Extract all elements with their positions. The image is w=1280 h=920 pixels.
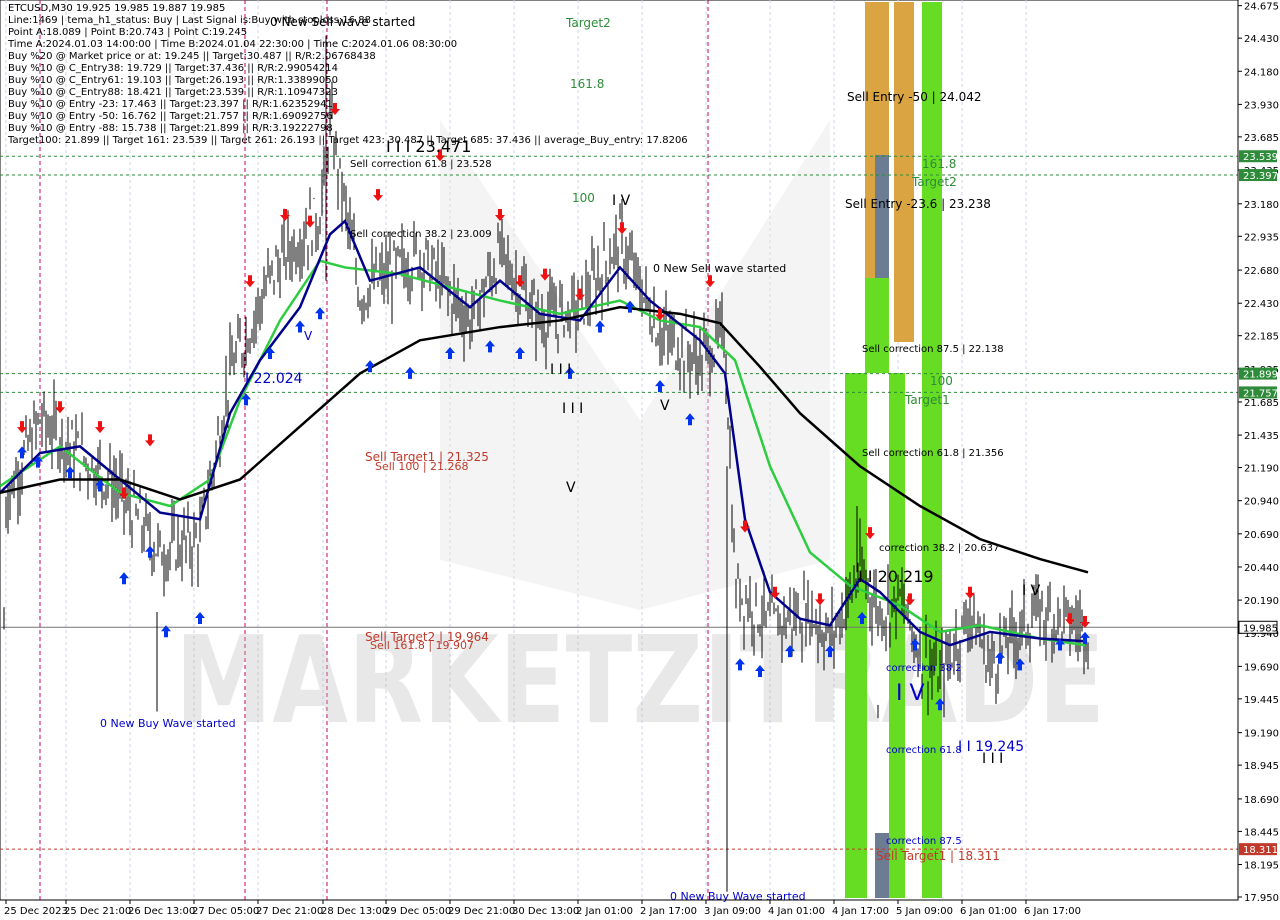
chart-annotation: V [304, 329, 313, 343]
info-line: Buy %10 @ C_Entry38: 19.729 || Target:37… [8, 63, 338, 74]
chart-annotation: I V [612, 193, 631, 209]
chart-annotation: Target2 [911, 175, 957, 189]
chart-annotation: correction 38.2 [886, 663, 962, 674]
y-tick-label: 18.195 [1244, 861, 1279, 872]
chart-annotation: I I I [562, 401, 583, 417]
y-tick-label: 20.690 [1244, 530, 1279, 541]
chart-annotation: 161.8 [922, 157, 956, 171]
chart-annotation: I V [896, 681, 925, 706]
y-tick-label: 20.190 [1244, 596, 1279, 607]
y-tick-label: 22.935 [1244, 232, 1279, 243]
y-tick-label: 22.185 [1244, 332, 1279, 343]
y-tick-label: 18.945 [1244, 761, 1279, 772]
x-tick-label: 29 Dec 21:00 [448, 906, 515, 917]
x-tick-label: 4 Jan 17:00 [832, 906, 889, 917]
x-tick-label: 6 Jan 01:00 [960, 906, 1017, 917]
chart-annotation: 0 New Buy Wave started [100, 717, 236, 730]
symbol-header: ETCUSD,M30 19.925 19.985 19.887 19.985 [8, 3, 226, 14]
x-tick-label: 2 Jan 17:00 [640, 906, 697, 917]
chart-annotation: I I I [982, 751, 1003, 767]
chart-annotation: V [660, 398, 670, 414]
chart-annotation: Sell correction 61.8 | 23.528 [350, 159, 492, 170]
chart-annotation: 0 New Buy Wave started [670, 890, 806, 903]
price-tag-label: 23.397 [1243, 171, 1278, 182]
y-tick-label: 24.675 [1244, 2, 1279, 13]
chart-annotation: correction 61.8 [886, 745, 962, 756]
info-line: Time A:2024.01.03 14:00:00 | Time B:2024… [8, 39, 458, 50]
y-tick-label: 24.430 [1244, 34, 1279, 45]
x-tick-label: 27 Dec 21:00 [256, 906, 323, 917]
x-tick-label: 5 Jan 09:00 [896, 906, 953, 917]
x-tick-label: 25 Dec 2023 [4, 906, 68, 917]
y-tick-label: 18.445 [1244, 827, 1279, 838]
y-tick-label: 23.930 [1244, 100, 1279, 111]
info-line: Buy %10 @ C_Entry61: 19.103 || Target:26… [8, 75, 338, 86]
x-tick-label: 6 Jan 17:00 [1024, 906, 1081, 917]
price-tag-label: 18.311 [1243, 845, 1278, 856]
x-tick-label: 28 Dec 13:00 [321, 906, 388, 917]
chart-annotation: Sell correction 38.2 | 23.009 [350, 229, 492, 240]
y-tick-label: 22.430 [1244, 299, 1279, 310]
chart-annotation: Sell correction 61.8 | 21.356 [862, 448, 1004, 459]
info-line: Point A:18.089 | Point B:20.743 | Point … [8, 27, 248, 38]
chart-annotation: 100 [930, 374, 953, 388]
chart-annotation: Sell correction 87.5 | 22.138 [862, 344, 1004, 355]
x-tick-label: 30 Dec 13:00 [512, 906, 579, 917]
chart-annotation: V [566, 480, 576, 496]
y-tick-label: 20.940 [1244, 497, 1279, 508]
x-tick-label: 26 Dec 13:00 [128, 906, 195, 917]
y-tick-label: 20.440 [1244, 563, 1279, 574]
info-line: Target100: 21.899 || Target 161: 23.539 … [8, 135, 688, 146]
price-tag-label: 21.899 [1243, 370, 1278, 381]
price-tag-label: 23.539 [1243, 152, 1278, 163]
y-tick-label: 24.180 [1244, 67, 1279, 78]
x-tick-label: 2 Jan 01:00 [576, 906, 633, 917]
y-tick-label: 19.190 [1244, 729, 1279, 740]
info-line: Buy %20 @ Market price or at: 19.245 || … [8, 51, 376, 62]
zone-orange [894, 2, 914, 342]
y-tick-label: 21.190 [1244, 464, 1279, 475]
chart-annotation: Sell Entry -23.6 | 23.238 [845, 197, 991, 211]
zone-gray [875, 155, 889, 278]
x-tick-label: 4 Jan 01:00 [768, 906, 825, 917]
price-tag-label: 21.757 [1243, 388, 1278, 399]
chart-window: MARKETZITRADE Target2 161.8 100 0 New Sell w… [0, 0, 1280, 920]
y-tick-label: 23.180 [1244, 200, 1279, 211]
y-tick-label: 17.950 [1244, 893, 1279, 904]
x-tick-label: 29 Dec 05:00 [384, 906, 451, 917]
chart-annotation: Sell Target1 | 18.311 [876, 849, 1000, 863]
chart-annotation: I I 20.219 [858, 567, 934, 586]
info-line: Line:1469 | tema_h1_status: Buy | Last S… [8, 15, 372, 26]
chart-annotation: Sell 100 | 21.268 [375, 460, 469, 473]
info-panel: ETCUSD,M30 19.925 19.985 19.887 19.985 L… [8, 3, 688, 147]
x-tick-label: 3 Jan 09:00 [704, 906, 761, 917]
chart-annotation: I V [1022, 583, 1041, 599]
chart-annotation: I 22.024 [245, 371, 303, 387]
info-line: Buy %10 @ Entry -88: 15.738 || Target:21… [8, 123, 333, 134]
x-tick-label: 25 Dec 21:00 [64, 906, 131, 917]
y-tick-label: 18.690 [1244, 795, 1279, 806]
chart-annotation: 0 New Sell wave started [653, 262, 786, 275]
chart-annotation: Target1 [904, 393, 950, 407]
y-tick-label: 23.685 [1244, 133, 1279, 144]
y-tick-label: 19.690 [1244, 662, 1279, 673]
chart-annotation: I I I [550, 362, 571, 378]
price-tag-label: 19.985 [1243, 623, 1278, 634]
chart-annotation: Sell Entry -50 | 24.042 [847, 90, 981, 104]
x-tick-label: 27 Dec 05:00 [192, 906, 259, 917]
chart-annotation: Sell 161.8 | 19.907 [370, 639, 474, 652]
info-line: Buy %10 @ Entry -50: 16.762 || Target:21… [8, 111, 333, 122]
y-tick-label: 21.685 [1244, 398, 1279, 409]
y-tick-label: 21.435 [1244, 431, 1279, 442]
zone-green [865, 278, 889, 373]
chart-annotation: 100 [572, 191, 595, 205]
y-tick-label: 19.445 [1244, 695, 1279, 706]
info-line: Buy %10 @ C_Entry88: 18.421 || Target:23… [8, 87, 338, 98]
y-tick-label: 22.680 [1244, 266, 1279, 277]
chart-annotation: correction 87.5 [886, 836, 962, 847]
info-line: Buy %10 @ Entry -23: 17.463 || Target:23… [8, 99, 333, 110]
chart-annotation: correction 38.2 | 20.637 [879, 543, 999, 554]
